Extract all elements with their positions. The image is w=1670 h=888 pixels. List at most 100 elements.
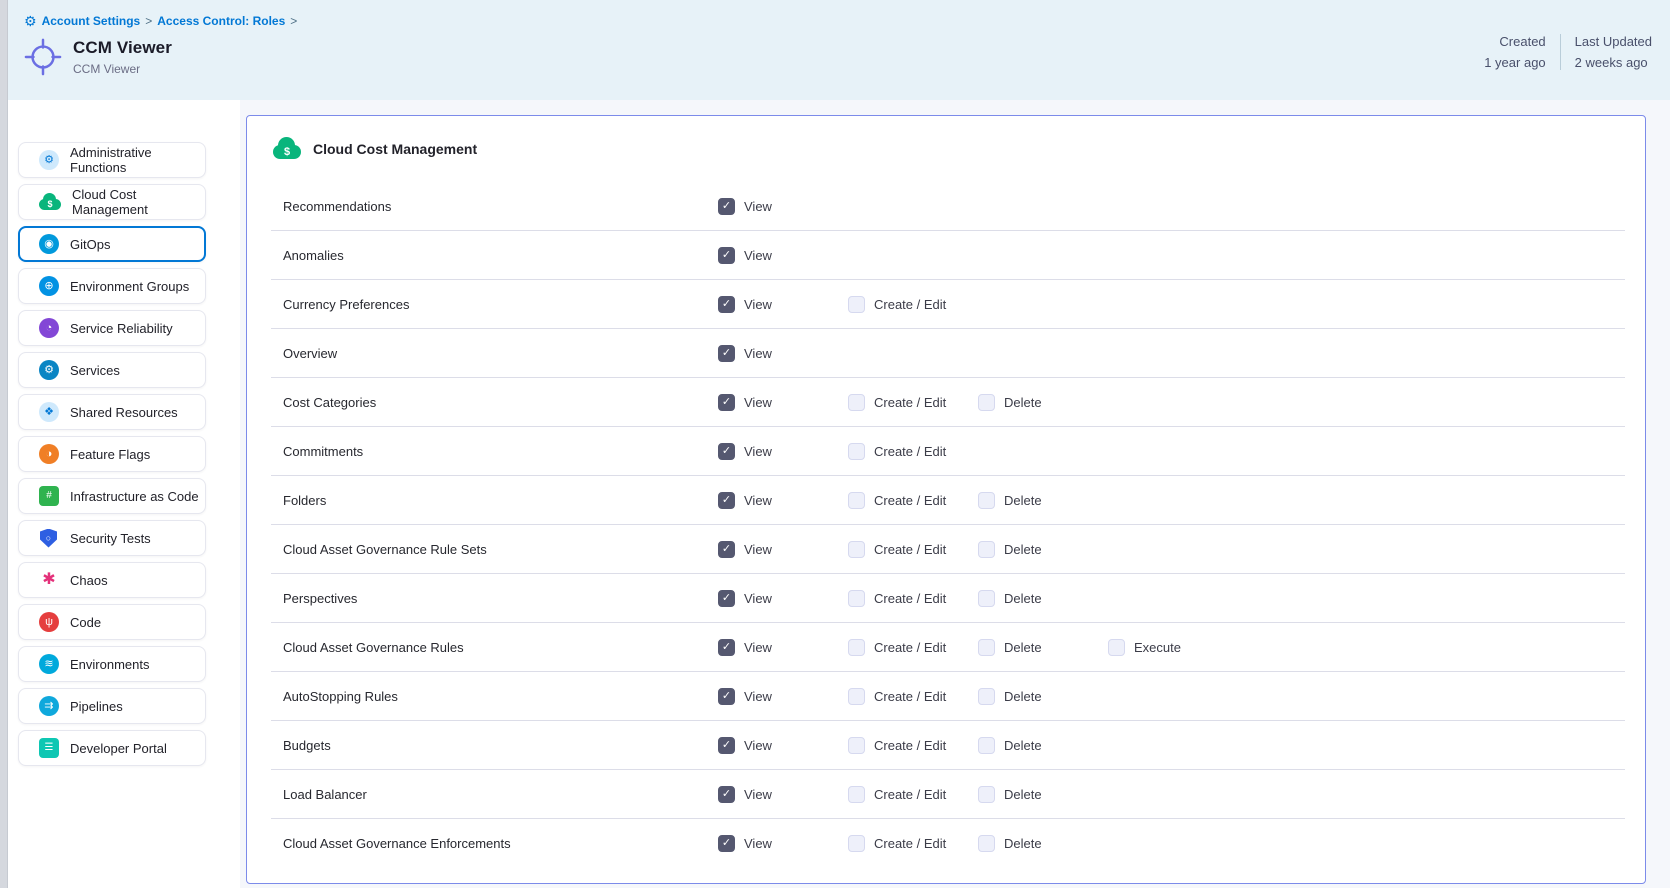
create-checkbox[interactable] bbox=[848, 394, 865, 411]
sidebar-item-services[interactable]: ⚙ Services bbox=[18, 352, 206, 388]
page-title: CCM Viewer bbox=[73, 38, 172, 58]
sidebar-item-infrastructure-as-code[interactable]: # Infrastructure as Code bbox=[18, 478, 206, 514]
view-checkbox[interactable] bbox=[718, 443, 735, 460]
permission-row: Cloud Asset Governance Rules View Create… bbox=[247, 623, 1645, 672]
sidebar-item-label: Developer Portal bbox=[70, 741, 167, 756]
gitops-icon: ◉ bbox=[39, 234, 59, 254]
panel-title: Cloud Cost Management bbox=[313, 141, 477, 157]
resource-label: Load Balancer bbox=[283, 787, 718, 802]
create-checkbox[interactable] bbox=[848, 786, 865, 803]
delete-checkbox[interactable] bbox=[978, 688, 995, 705]
create-permission-cell: Create / Edit bbox=[848, 296, 978, 313]
delete-permission-cell: Delete bbox=[978, 688, 1108, 705]
sidebar-item-developer-portal[interactable]: ☰ Developer Portal bbox=[18, 730, 206, 766]
view-permission-cell: View bbox=[718, 590, 848, 607]
permission-label: Delete bbox=[1004, 542, 1042, 557]
permission-label: Create / Edit bbox=[874, 738, 946, 753]
permission-row: Budgets View Create / Edit Delete bbox=[247, 721, 1645, 770]
sidebar-item-pipelines[interactable]: ⇉ Pipelines bbox=[18, 688, 206, 724]
view-permission-cell: View bbox=[718, 394, 848, 411]
breadcrumb: ⚙ Account Settings > Access Control: Rol… bbox=[24, 14, 1654, 28]
sidebar-item-label: Service Reliability bbox=[70, 321, 173, 336]
page: ⚙ Account Settings > Access Control: Rol… bbox=[0, 0, 1670, 888]
view-checkbox[interactable] bbox=[718, 639, 735, 656]
view-checkbox[interactable] bbox=[718, 492, 735, 509]
delete-checkbox[interactable] bbox=[978, 639, 995, 656]
resource-label: Anomalies bbox=[283, 248, 718, 263]
security-tests-icon: ○ bbox=[40, 529, 57, 548]
sidebar-item-environment-groups[interactable]: ⊕ Environment Groups bbox=[18, 268, 206, 304]
view-permission-cell: View bbox=[718, 737, 848, 754]
permission-row: Cloud Asset Governance Rule Sets View Cr… bbox=[247, 525, 1645, 574]
view-checkbox[interactable] bbox=[718, 247, 735, 264]
view-checkbox[interactable] bbox=[718, 590, 735, 607]
breadcrumb-account-settings[interactable]: Account Settings bbox=[42, 14, 141, 28]
breadcrumb-access-control-roles[interactable]: Access Control: Roles bbox=[157, 14, 285, 28]
view-checkbox[interactable] bbox=[718, 737, 735, 754]
create-checkbox[interactable] bbox=[848, 737, 865, 754]
execute-permission-cell: Execute bbox=[1108, 639, 1645, 656]
breadcrumb-separator: > bbox=[145, 14, 152, 28]
sidebar-item-shared-resources[interactable]: ❖ Shared Resources bbox=[18, 394, 206, 430]
create-permission-cell: Create / Edit bbox=[848, 541, 978, 558]
view-checkbox[interactable] bbox=[718, 198, 735, 215]
permissions-list: Recommendations View Anomalies View Curr… bbox=[247, 182, 1645, 868]
sidebar-item-chaos[interactable]: ✱ Chaos bbox=[18, 562, 206, 598]
delete-checkbox[interactable] bbox=[978, 541, 995, 558]
delete-checkbox[interactable] bbox=[978, 492, 995, 509]
sidebar-item-feature-flags[interactable]: ◑ Feature Flags bbox=[18, 436, 206, 472]
sidebar-item-service-reliability[interactable]: ◔ Service Reliability bbox=[18, 310, 206, 346]
create-checkbox[interactable] bbox=[848, 492, 865, 509]
permission-label: View bbox=[744, 297, 772, 312]
create-checkbox[interactable] bbox=[848, 590, 865, 607]
delete-checkbox[interactable] bbox=[978, 835, 995, 852]
delete-checkbox[interactable] bbox=[978, 737, 995, 754]
permission-row: Recommendations View bbox=[247, 182, 1645, 231]
created-label: Created bbox=[1499, 34, 1545, 49]
sidebar: ⚙ Administrative Functions $ Cloud Cost … bbox=[8, 100, 240, 888]
services-icon: ⚙ bbox=[39, 360, 59, 380]
permission-label: Delete bbox=[1004, 738, 1042, 753]
create-checkbox[interactable] bbox=[848, 296, 865, 313]
delete-permission-cell: Delete bbox=[978, 639, 1108, 656]
sidebar-item-code[interactable]: ψ Code bbox=[18, 604, 206, 640]
permission-label: Delete bbox=[1004, 640, 1042, 655]
view-checkbox[interactable] bbox=[718, 541, 735, 558]
sidebar-item-administrative-functions[interactable]: ⚙ Administrative Functions bbox=[18, 142, 206, 178]
view-permission-cell: View bbox=[718, 198, 848, 215]
permission-label: View bbox=[744, 346, 772, 361]
permission-label: View bbox=[744, 542, 772, 557]
view-checkbox[interactable] bbox=[718, 296, 735, 313]
view-checkbox[interactable] bbox=[718, 688, 735, 705]
create-checkbox[interactable] bbox=[848, 541, 865, 558]
permission-label: Delete bbox=[1004, 591, 1042, 606]
view-permission-cell: View bbox=[718, 835, 848, 852]
sidebar-item-environments[interactable]: ≋ Environments bbox=[18, 646, 206, 682]
create-checkbox[interactable] bbox=[848, 639, 865, 656]
resource-label: Commitments bbox=[283, 444, 718, 459]
permission-label: Create / Edit bbox=[874, 297, 946, 312]
view-checkbox[interactable] bbox=[718, 345, 735, 362]
view-checkbox[interactable] bbox=[718, 786, 735, 803]
create-checkbox[interactable] bbox=[848, 443, 865, 460]
sidebar-item-security-tests[interactable]: ○ Security Tests bbox=[18, 520, 206, 556]
resource-label: Cost Categories bbox=[283, 395, 718, 410]
pipelines-icon: ⇉ bbox=[39, 696, 59, 716]
create-checkbox[interactable] bbox=[848, 688, 865, 705]
delete-checkbox[interactable] bbox=[978, 786, 995, 803]
sidebar-item-gitops[interactable]: ◉ GitOps bbox=[18, 226, 206, 262]
create-checkbox[interactable] bbox=[848, 835, 865, 852]
administrative-functions-icon: ⚙ bbox=[39, 150, 59, 170]
execute-checkbox[interactable] bbox=[1108, 639, 1125, 656]
permission-label: Delete bbox=[1004, 493, 1042, 508]
delete-checkbox[interactable] bbox=[978, 590, 995, 607]
permission-label: Create / Edit bbox=[874, 542, 946, 557]
delete-checkbox[interactable] bbox=[978, 394, 995, 411]
view-checkbox[interactable] bbox=[718, 835, 735, 852]
cloud-cost-management-icon: $ bbox=[273, 145, 301, 159]
sidebar-item-label: Chaos bbox=[70, 573, 108, 588]
view-permission-cell: View bbox=[718, 639, 848, 656]
sidebar-item-cloud-cost-management[interactable]: $ Cloud Cost Management bbox=[18, 184, 206, 220]
permission-label: View bbox=[744, 591, 772, 606]
view-checkbox[interactable] bbox=[718, 394, 735, 411]
